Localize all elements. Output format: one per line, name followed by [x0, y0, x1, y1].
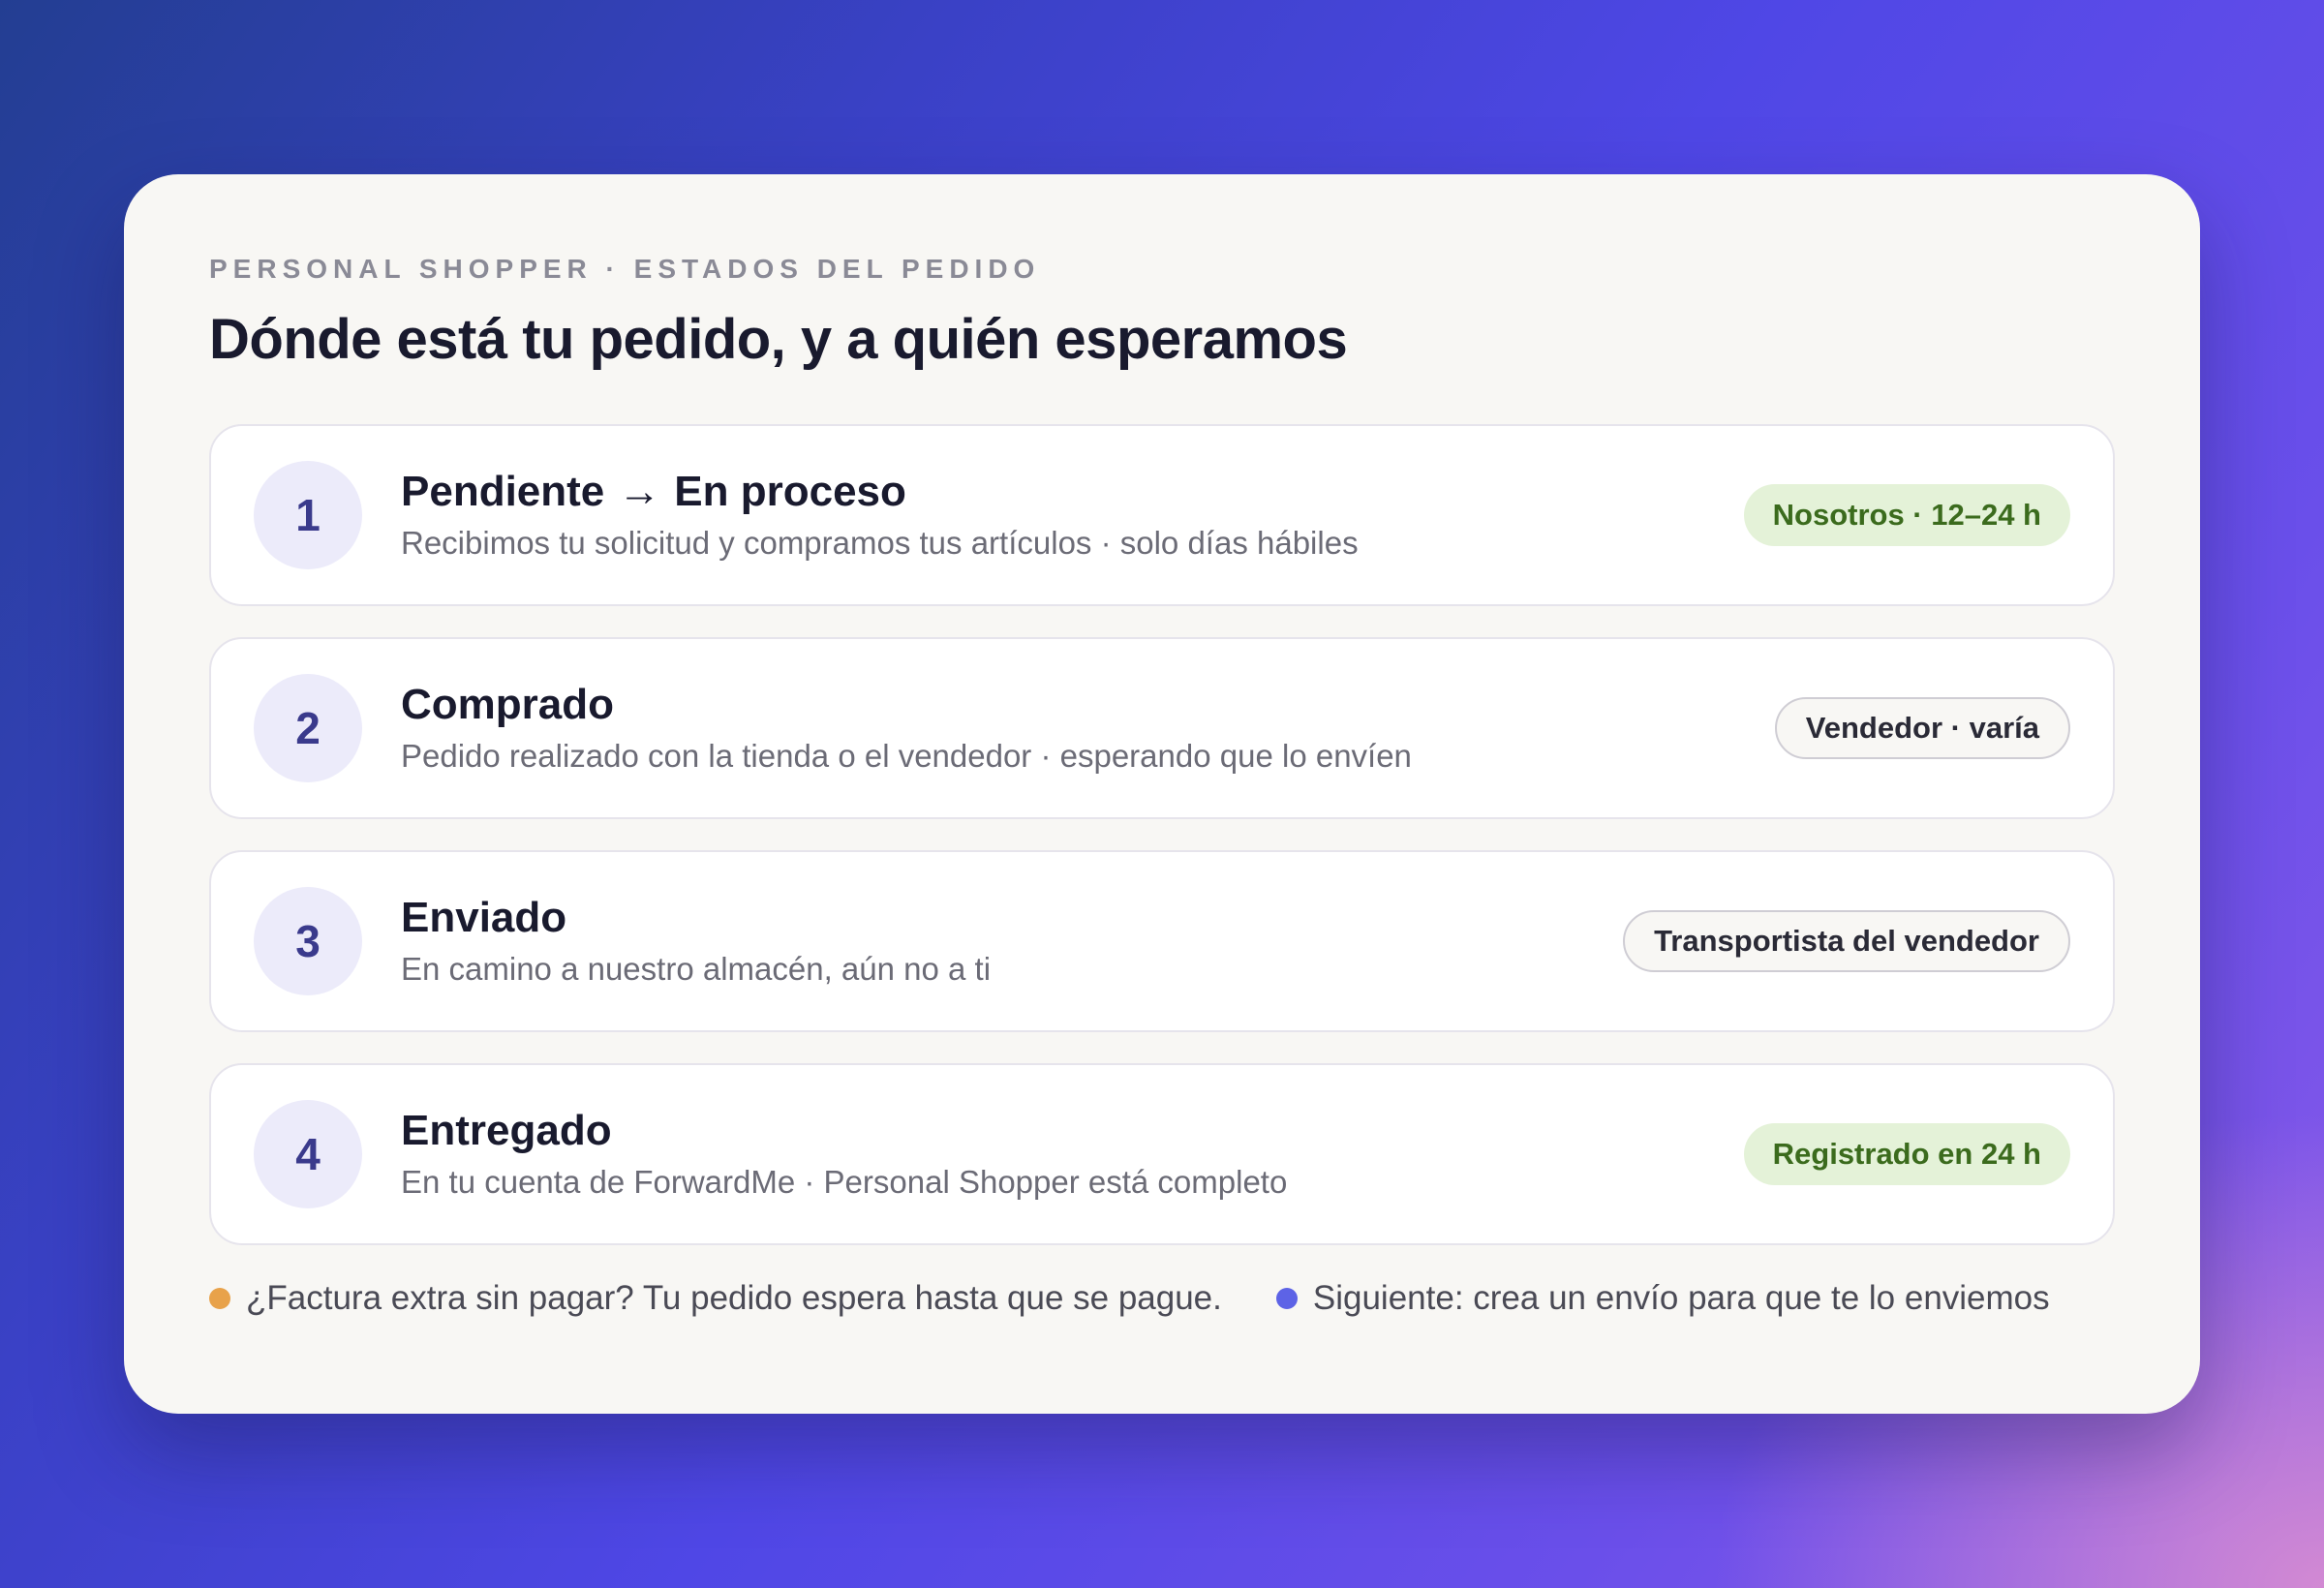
card-title: Dónde está tu pedido, y a quién esperamo… [209, 308, 1348, 371]
step-description: En tu cuenta de ForwardMe · Personal Sho… [401, 1164, 1288, 1200]
blue-dot-icon [1275, 1288, 1298, 1309]
status-steps-list: 1 Pendiente → En proceso Recibimos tu so… [209, 424, 2115, 1245]
orange-dot-icon [209, 1288, 230, 1309]
step-number: 4 [254, 1100, 362, 1208]
footnotes: ¿Factura extra sin pagar? Tu pedido espe… [209, 1276, 2115, 1321]
step-number: 2 [254, 674, 362, 782]
step-title: Entregado [401, 1107, 612, 1154]
status-step-delivered: 4 Entregado En tu cuenta de ForwardMe · … [209, 1063, 2115, 1245]
step-text: Enviado En camino a nuestro almacén, aún… [401, 892, 1623, 991]
step-title: Pendiente → En proceso [401, 466, 1744, 518]
step-number: 3 [254, 887, 362, 995]
card-eyebrow: PERSONAL SHOPPER · ESTADOS DEL PEDIDO [209, 254, 1041, 284]
step-title: Comprado [401, 681, 614, 728]
note-text: ¿Factura extra sin pagar? Tu pedido espe… [246, 1279, 1222, 1317]
step-title-to: En proceso [674, 468, 906, 515]
arrow-right-icon: → [618, 468, 661, 515]
note-text: Siguiente: crea un envío para que te lo … [1312, 1279, 2050, 1317]
order-status-card: PERSONAL SHOPPER · ESTADOS DEL PEDIDO Dó… [124, 174, 2200, 1414]
step-text: Entregado En tu cuenta de ForwardMe · Pe… [401, 1105, 1744, 1204]
step-owner-badge: Vendedor · varía [1774, 697, 2070, 759]
step-text: Comprado Pedido realizado con la tienda … [401, 679, 1775, 778]
status-step-purchased: 2 Comprado Pedido realizado con la tiend… [209, 637, 2115, 819]
status-step-pending: 1 Pendiente → En proceso Recibimos tu so… [209, 424, 2115, 606]
step-text: Pendiente → En proceso Recibimos tu soli… [401, 466, 1744, 565]
step-description: Recibimos tu solicitud y compramos tus a… [401, 525, 1359, 561]
step-owner-badge: Registrado en 24 h [1743, 1123, 2070, 1185]
step-owner-badge: Transportista del vendedor [1623, 910, 2070, 972]
step-number: 1 [254, 461, 362, 569]
note-next-step: Siguiente: crea un envío para que te lo … [1275, 1276, 2050, 1321]
step-owner-badge: Nosotros · 12–24 h [1743, 484, 2070, 546]
step-title: Enviado [401, 894, 567, 941]
step-title-from: Pendiente [401, 468, 605, 515]
note-unpaid-invoice: ¿Factura extra sin pagar? Tu pedido espe… [209, 1276, 1222, 1321]
status-step-shipped: 3 Enviado En camino a nuestro almacén, a… [209, 850, 2115, 1032]
step-description: En camino a nuestro almacén, aún no a ti [401, 951, 992, 987]
step-description: Pedido realizado con la tienda o el vend… [401, 738, 1412, 774]
